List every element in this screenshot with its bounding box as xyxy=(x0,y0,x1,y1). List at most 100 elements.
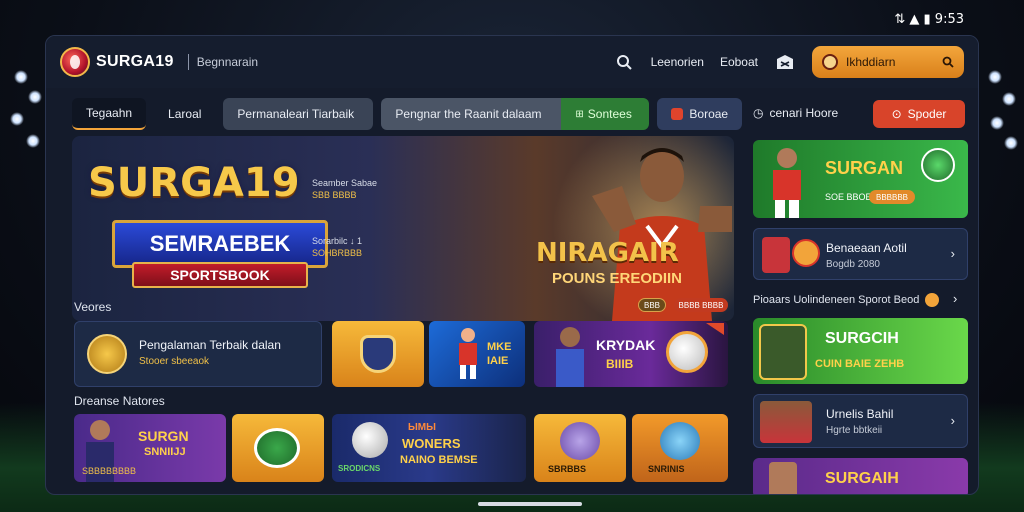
mascot-icon xyxy=(560,422,600,460)
logo-badge-icon xyxy=(60,47,90,77)
game-card[interactable]: SURGN SNNIIJJ SBBBBBBBB xyxy=(74,414,226,482)
section-title: Veores xyxy=(74,300,112,314)
football-icon xyxy=(352,422,388,458)
chevron-right-icon: › xyxy=(950,413,955,428)
game-card[interactable]: SNRINIS xyxy=(632,414,728,482)
inbox-icon[interactable] xyxy=(774,51,796,73)
hero-small-text: Sorarbilc ↓ 1 xyxy=(312,236,363,246)
side-card-promo[interactable]: SURGAN SOE BBOE BBBBBB xyxy=(753,140,968,218)
side-item-sub: Bogdb 2080 xyxy=(826,259,880,270)
tab-search[interactable]: Pengnar the Raanit dalaam xyxy=(381,98,562,130)
nav-link-2[interactable]: Eoboat xyxy=(720,55,758,69)
tab-promo-label: Boroae xyxy=(689,107,729,121)
mini-tag[interactable]: BBB xyxy=(638,298,666,312)
sidebar-header-left[interactable]: ◷ cenari Hoore xyxy=(753,106,838,120)
hero-caption-sub: POUNS EREODIIN xyxy=(552,270,683,287)
corner-ribbon xyxy=(706,323,724,335)
player-icon xyxy=(556,327,584,387)
sport-button-label: Spoder xyxy=(907,107,947,121)
game-card-sub: SNNIIJJ xyxy=(144,446,186,458)
game-card[interactable] xyxy=(232,414,324,482)
side-item-title: Benaeaan Aotil xyxy=(826,241,907,255)
hero-banner[interactable]: SURGA19 SEMRAEBEK SPORTSBOOK Seamber Sab… xyxy=(72,136,734,321)
tab-local[interactable]: Laroal xyxy=(154,98,215,130)
game-card-sub: NAINO BEMSE xyxy=(400,454,478,466)
logo-text: SURGA19 xyxy=(96,53,174,70)
sports-icon: ⊞ xyxy=(575,108,584,120)
game-card-footer: SBBBBBBBB xyxy=(82,466,137,476)
player-illustration xyxy=(592,148,732,321)
tab-group: Pengnar the Raanit dalaam ⊞ Sontees xyxy=(381,98,650,130)
game-card-title: WONERS xyxy=(402,436,461,451)
divider xyxy=(187,54,189,70)
section-title: Dreanse Natores xyxy=(74,394,165,408)
promo-icon xyxy=(671,108,684,120)
stadium-light xyxy=(14,70,28,84)
side-list-item[interactable]: Urnelis Bahil Hgrte bbtkeii › xyxy=(753,394,968,448)
sport-icon: ⊙ xyxy=(891,107,902,121)
game-card[interactable]: SBRBBS xyxy=(534,414,626,482)
logo[interactable]: SURGA19 xyxy=(60,47,174,77)
game-card[interactable] xyxy=(332,321,424,387)
promo-card-sub: Stooer sbeeaok xyxy=(139,356,210,367)
side-card-title: SURGAIH xyxy=(825,470,899,487)
game-card-title: SURGN xyxy=(138,428,189,444)
status-bar: ⇅ ▲ ▮ 9:53 xyxy=(894,12,964,27)
sidebar-header-label: cenari Hoore xyxy=(769,106,839,120)
hero-ribbon-sub: SPORTSBOOK xyxy=(132,262,308,288)
game-card-text: MKE xyxy=(487,341,512,353)
tab-best-experience[interactable]: Permanaleari Tiarbaik xyxy=(223,98,374,130)
tab-sports[interactable]: ⊞ Sontees xyxy=(561,98,650,130)
side-card-sub: CUIN BAIE ZEHB xyxy=(815,358,905,370)
tab-sports-label: Sontees xyxy=(587,107,632,121)
mini-tag[interactable]: BBBB BBBB xyxy=(674,298,728,312)
promo-card-title: Pengalaman Terbaik dalan xyxy=(139,338,281,352)
coin-icon xyxy=(925,293,939,307)
stadium-light xyxy=(1002,92,1016,106)
game-card-featured[interactable]: KRYDAK BIIIB xyxy=(534,321,728,387)
sport-button[interactable]: ⊙ Spoder xyxy=(873,100,965,128)
search-label: Ikhddiarn xyxy=(846,55,896,69)
shield-icon xyxy=(87,334,127,374)
app-window: SURGA19 Begnnarain Leenorien Eoboat Ikhd… xyxy=(45,35,979,495)
side-card-title: SURGCIH xyxy=(825,330,899,347)
nav-link-1[interactable]: Leenorien xyxy=(651,55,704,69)
stadium-light xyxy=(28,90,42,104)
game-card[interactable]: MKE IAIE xyxy=(429,321,525,387)
side-card-title: SURGAN xyxy=(825,158,904,178)
search-button[interactable]: Ikhddiarn xyxy=(812,46,964,78)
football-icon xyxy=(666,331,708,373)
side-item-sub: Hgrte bbtkeii xyxy=(826,425,883,436)
hero-caption-title: NIRAGAIR xyxy=(536,238,679,268)
hero-small-text: SBB BBBB xyxy=(312,190,357,200)
promo-card[interactable]: Pengalaman Terbaik dalan Stooer sbeeaok xyxy=(74,321,322,387)
hero-ribbon-main: SEMRAEBEK xyxy=(112,220,328,268)
tab-home[interactable]: Tegaahn xyxy=(72,98,147,130)
player-icon xyxy=(459,328,477,379)
game-card-title: KRYDAK xyxy=(596,337,656,353)
tab-promo[interactable]: Boroae xyxy=(657,98,743,130)
game-card-featured[interactable]: ЫМЫ WONERS NAINO BEMSE SRODICNS xyxy=(332,414,526,482)
game-card-corner: SRODICNS xyxy=(338,464,381,473)
player-icon xyxy=(769,462,797,494)
avatar xyxy=(762,237,790,273)
clock-icon: ◷ xyxy=(753,106,764,120)
stadium-light xyxy=(1004,136,1018,150)
stadium-light xyxy=(990,116,1004,130)
side-card-promo[interactable]: SURGCIH CUIN BAIE ZEHB xyxy=(753,318,968,384)
chevron-right-icon[interactable]: › xyxy=(953,291,957,306)
side-card-button[interactable]: BBBBBB xyxy=(869,190,915,204)
badge-icon xyxy=(792,239,820,267)
side-card-promo[interactable]: SURGAIH xyxy=(753,458,968,494)
game-card-top: ЫМЫ xyxy=(408,422,436,433)
search-icon[interactable] xyxy=(613,51,635,73)
avatar xyxy=(760,401,812,443)
home-indicator[interactable] xyxy=(478,502,582,506)
side-list-item[interactable]: Benaeaan Aotil Bogdb 2080 › xyxy=(753,228,968,280)
football-icon xyxy=(254,428,300,468)
side-card-sub: SOE BBOE xyxy=(825,192,872,202)
side-item-title: Urnelis Bahil xyxy=(826,407,894,421)
stadium-light xyxy=(988,70,1002,84)
side-section-title: Pioaars Uolindeneen Sporot Beod xyxy=(753,294,920,306)
player-icon xyxy=(773,148,801,218)
